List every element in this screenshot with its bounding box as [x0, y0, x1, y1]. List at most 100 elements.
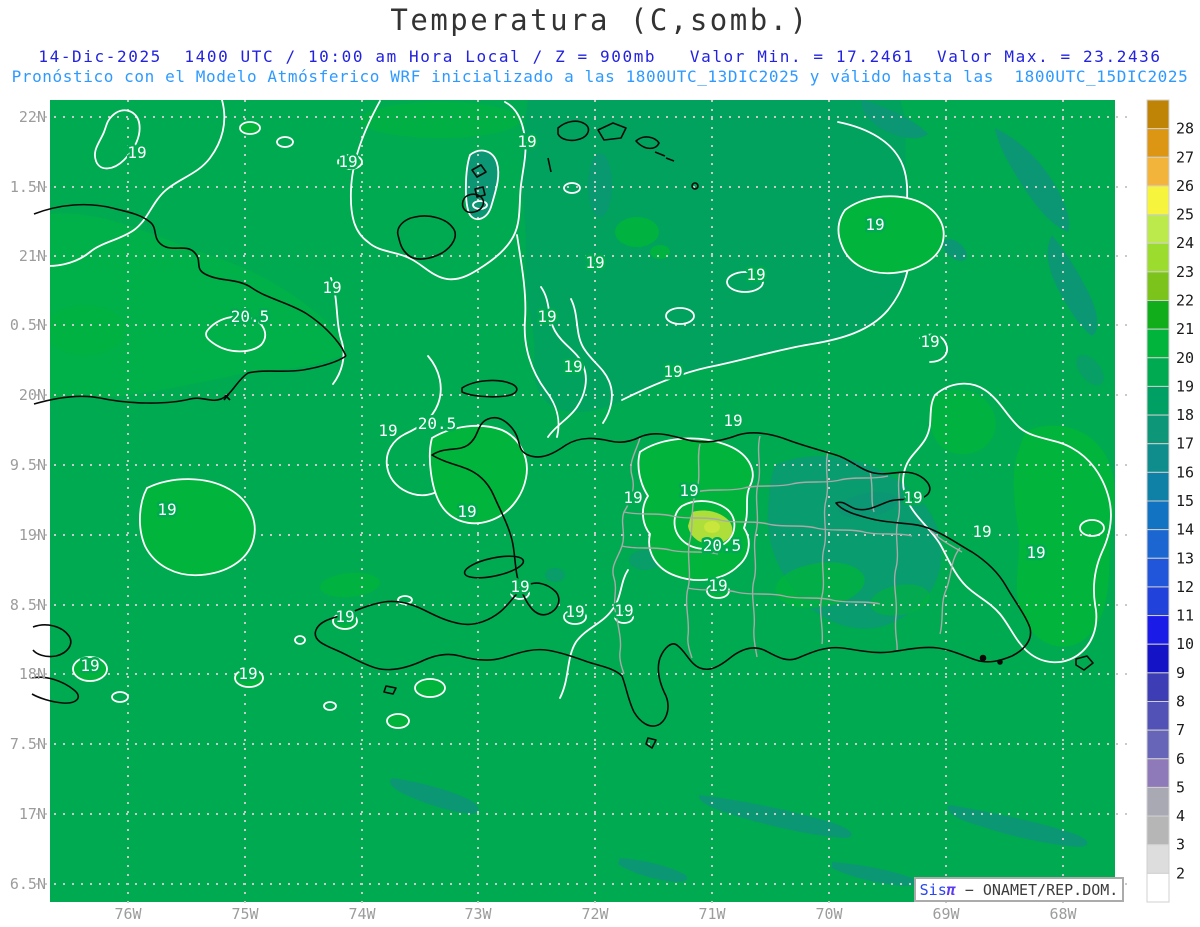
contour-label: 19	[322, 278, 341, 297]
contour-label: 20.5	[231, 307, 270, 326]
colorbar-box	[1146, 156, 1170, 187]
colorbar-box	[1146, 471, 1170, 502]
credit-text: − ONAMET/REP.DOM.	[955, 880, 1119, 899]
lon-label: 70W	[815, 905, 843, 923]
colorbar-tick-label: 11	[1176, 607, 1194, 625]
contour-label: 19	[614, 601, 633, 620]
contour-label: 19	[585, 253, 604, 272]
colorbar-box	[1146, 271, 1170, 302]
contour-label: 19	[238, 664, 257, 683]
colorbar-tick-label: 26	[1176, 177, 1194, 195]
contour-label: 19	[537, 307, 556, 326]
lat-label: 9.5N	[10, 456, 46, 474]
colorbar-tick-label: 17	[1176, 435, 1194, 453]
colorbar-box	[1146, 643, 1170, 674]
credit-badge: Sis π − ONAMET/REP.DOM.	[914, 877, 1124, 902]
colorbar-tick-label: 2	[1176, 864, 1185, 882]
colorbar-box	[1146, 128, 1170, 158]
temperature-colorbar: 2827262524232221201918171615141312111098…	[1146, 99, 1194, 903]
lat-label: 21N	[19, 247, 46, 265]
contour-label: 19	[563, 357, 582, 376]
contour-label: 19	[663, 362, 682, 381]
colorbar-tick-label: 27	[1176, 148, 1194, 166]
colorbar-tick-label: 12	[1176, 578, 1194, 596]
colorbar-box	[1146, 529, 1170, 559]
lat-label: 18N	[19, 665, 46, 683]
contour-label: 19	[127, 143, 146, 162]
forecast-map: 19 19 19 19 19 19 19 19 19 19 19 19 19 19 19 19 19 19 19 19…	[10, 99, 1194, 923]
lon-label: 71W	[698, 905, 726, 923]
colorbar-tick-label: 3	[1176, 836, 1185, 854]
contour-label: 20.5	[703, 536, 742, 555]
contour-label: 19	[80, 656, 99, 675]
colorbar-tick-label: 13	[1176, 549, 1194, 567]
pi-symbol: π	[946, 880, 956, 899]
forecast-page: Temperatura (C,somb.) 14-Dic-2025 1400 U…	[0, 0, 1200, 927]
colorbar-box	[1146, 615, 1170, 645]
colorbar-box	[1146, 300, 1170, 330]
lon-label: 68W	[1049, 905, 1077, 923]
lat-label: 17N	[19, 805, 46, 823]
colorbar-tick-label: 20	[1176, 349, 1194, 367]
contour-label: 19	[157, 500, 176, 519]
contour-label: 19	[679, 481, 698, 500]
lon-label: 75W	[231, 905, 259, 923]
colorbar-box	[1146, 185, 1170, 216]
colorbar-tick-label: 28	[1176, 120, 1194, 138]
lat-label: 0.5N	[10, 316, 46, 334]
colorbar-tick-label: 16	[1176, 463, 1194, 481]
contour-label: 20.5	[418, 414, 457, 433]
colorbar-tick-label: 14	[1176, 521, 1194, 539]
contour-label: 19	[723, 411, 742, 430]
colorbar-box	[1146, 414, 1170, 445]
contour-label: 19	[378, 421, 397, 440]
lat-label: 19N	[19, 526, 46, 544]
colorbar-tick-label: 5	[1176, 778, 1185, 796]
colorbar-tick-label: 6	[1176, 750, 1185, 768]
colorbar-tick-label: 8	[1176, 693, 1185, 711]
contour-label: 19	[865, 215, 884, 234]
colorbar-box	[1146, 500, 1170, 531]
contour-label: 19	[335, 607, 354, 626]
colorbar-tick-label: 25	[1176, 206, 1194, 224]
colorbar-box	[1146, 242, 1170, 273]
contour-label: 19	[457, 502, 476, 521]
contour-label: 19	[920, 332, 939, 351]
contour-label: 19	[517, 132, 536, 151]
colorbar-tick-label: 10	[1176, 635, 1194, 653]
colorbar-box	[1146, 729, 1170, 760]
colorbar-box	[1146, 844, 1170, 874]
lon-label: 74W	[348, 905, 376, 923]
colorbar-tick-label: 23	[1176, 263, 1194, 281]
colorbar-box	[1146, 586, 1170, 617]
lon-label: 72W	[581, 905, 609, 923]
colorbar-tick-label: 24	[1176, 234, 1194, 252]
lat-label: 8.5N	[10, 596, 46, 614]
contour-label: 19	[510, 577, 529, 596]
colorbar-box	[1146, 99, 1170, 130]
contour-label: 19	[972, 522, 991, 541]
lon-label: 69W	[932, 905, 960, 923]
colorbar-tick-label: 7	[1176, 721, 1185, 739]
contour-label: 19	[338, 152, 357, 171]
colorbar-tick-label: 21	[1176, 320, 1194, 338]
contour-label: 19	[1026, 543, 1045, 562]
colorbar-box	[1146, 786, 1170, 817]
lat-label: 22N	[19, 108, 46, 126]
lat-label: 20N	[19, 386, 46, 404]
colorbar-tick-label: 15	[1176, 492, 1194, 510]
colorbar-box	[1146, 815, 1170, 846]
colorbar-box	[1146, 385, 1170, 416]
lat-label: 7.5N	[10, 735, 46, 753]
colorbar-tick-label: 4	[1176, 807, 1185, 825]
lon-label: 73W	[464, 905, 492, 923]
lon-label: 76W	[114, 905, 142, 923]
colorbar-box	[1146, 872, 1170, 903]
lat-label: 6.5N	[10, 875, 46, 893]
contour-label: 19	[565, 602, 584, 621]
colorbar-tick-label: 19	[1176, 377, 1194, 395]
colorbar-box	[1146, 328, 1170, 359]
sispi-logo: Sis	[919, 880, 947, 899]
lat-label: 1.5N	[10, 178, 46, 196]
colorbar-box	[1146, 357, 1170, 387]
